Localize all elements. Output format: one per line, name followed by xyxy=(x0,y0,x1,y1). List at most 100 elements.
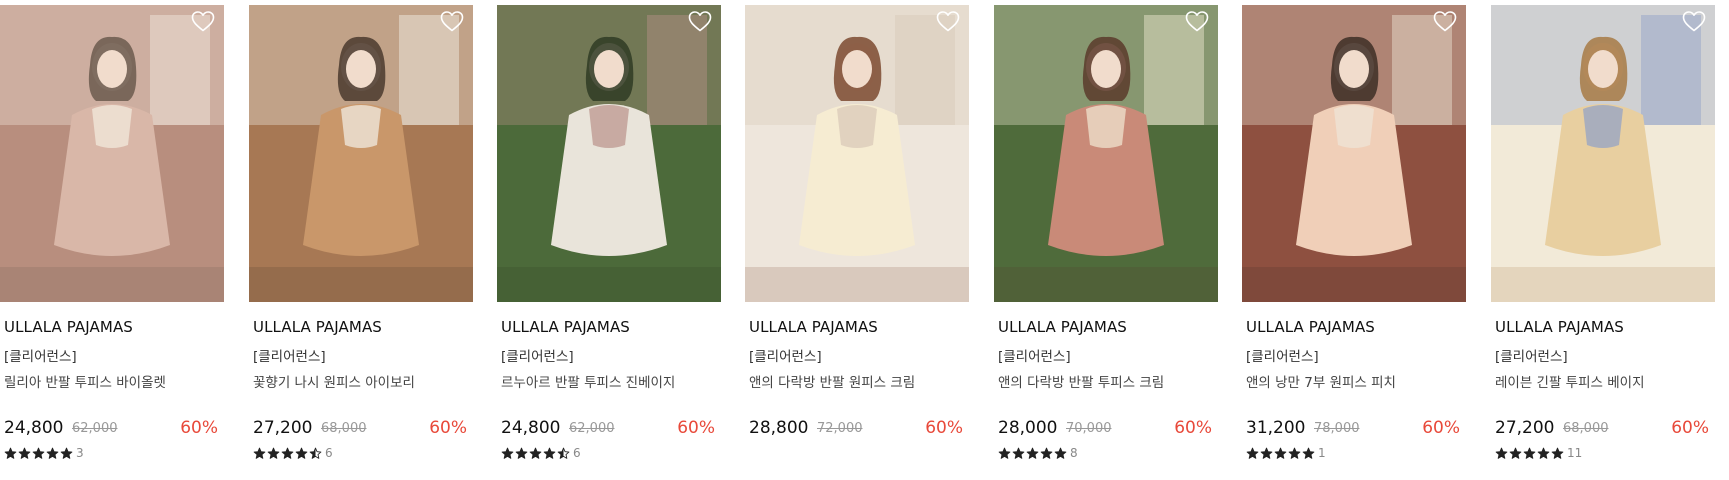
star-icon xyxy=(1054,447,1067,460)
product-tag: [클리어런스] xyxy=(253,349,326,365)
star-icon xyxy=(267,447,280,460)
product-image[interactable] xyxy=(497,5,721,302)
sale-price: 24,800 xyxy=(4,418,64,438)
star-rating xyxy=(1495,445,1564,461)
star-icon xyxy=(1026,447,1039,460)
product-brand[interactable]: ULLALA PAJAMAS xyxy=(1495,318,1624,336)
heart-outline-icon[interactable] xyxy=(439,9,465,33)
review-count: 11 xyxy=(1567,446,1583,460)
star-icon xyxy=(515,447,528,460)
product-card[interactable]: ULLALA PAJAMAS [클리어런스] 레이븐 긴팔 투피스 베이지 27… xyxy=(1491,0,1715,480)
product-tag: [클리어런스] xyxy=(1246,349,1319,365)
product-tag: [클리어런스] xyxy=(501,349,574,365)
star-icon xyxy=(18,447,31,460)
product-card[interactable]: ULLALA PAJAMAS [클리어런스] 릴리아 반팔 투피스 바이올렛 2… xyxy=(0,0,224,480)
product-tag: [클리어런스] xyxy=(998,349,1071,365)
product-image[interactable] xyxy=(745,5,969,302)
sale-price: 28,000 xyxy=(998,418,1058,438)
star-icon xyxy=(998,447,1011,460)
heart-outline-icon[interactable] xyxy=(1681,9,1707,33)
product-image[interactable] xyxy=(0,5,224,302)
heart-outline-icon[interactable] xyxy=(687,9,713,33)
heart-outline-icon[interactable] xyxy=(935,9,961,33)
product-brand[interactable]: ULLALA PAJAMAS xyxy=(998,318,1127,336)
star-icon xyxy=(1302,447,1315,460)
product-name[interactable]: 르누아르 반팔 투피스 진베이지 xyxy=(501,371,675,391)
discount-rate: 60% xyxy=(677,418,715,438)
product-name[interactable]: 앤의 낭만 7부 원피스 피치 xyxy=(1246,371,1396,391)
original-price: 78,000 xyxy=(1314,421,1360,436)
product-tag: [클리어런스] xyxy=(1495,349,1568,365)
star-icon xyxy=(253,447,266,460)
star-rating xyxy=(253,445,322,461)
star-icon xyxy=(529,447,542,460)
star-icon xyxy=(1246,447,1259,460)
product-card[interactable]: ULLALA PAJAMAS [클리어런스] 앤의 다락방 반팔 원피스 크림 … xyxy=(745,0,969,480)
star-icon xyxy=(1288,447,1301,460)
product-brand[interactable]: ULLALA PAJAMAS xyxy=(4,318,133,336)
product-image[interactable] xyxy=(249,5,473,302)
discount-rate: 60% xyxy=(429,418,467,438)
product-card[interactable]: ULLALA PAJAMAS [클리어런스] 꽃향기 나시 원피스 아이보리 2… xyxy=(249,0,473,480)
original-price: 72,000 xyxy=(817,421,863,436)
star-rating xyxy=(1246,445,1315,461)
star-icon xyxy=(32,447,45,460)
review-count: 8 xyxy=(1070,446,1078,460)
discount-rate: 60% xyxy=(1422,418,1460,438)
sale-price: 27,200 xyxy=(1495,418,1555,438)
discount-rate: 60% xyxy=(1671,418,1709,438)
product-card[interactable]: ULLALA PAJAMAS [클리어런스] 앤의 다락방 반팔 투피스 크림 … xyxy=(994,0,1218,480)
product-name[interactable]: 레이븐 긴팔 투피스 베이지 xyxy=(1495,371,1645,391)
star-rating xyxy=(501,445,570,461)
heart-outline-icon[interactable] xyxy=(1184,9,1210,33)
original-price: 68,000 xyxy=(1563,421,1609,436)
sale-price: 24,800 xyxy=(501,418,561,438)
star-icon xyxy=(1537,447,1550,460)
product-name[interactable]: 앤의 다락방 반팔 원피스 크림 xyxy=(749,371,915,391)
star-icon xyxy=(295,447,308,460)
product-name[interactable]: 꽃향기 나시 원피스 아이보리 xyxy=(253,371,415,391)
star-rating xyxy=(4,445,73,461)
star-icon xyxy=(309,447,322,460)
original-price: 62,000 xyxy=(72,421,118,436)
product-card[interactable]: ULLALA PAJAMAS [클리어런스] 르누아르 반팔 투피스 진베이지 … xyxy=(497,0,721,480)
product-name[interactable]: 앤의 다락방 반팔 투피스 크림 xyxy=(998,371,1164,391)
heart-outline-icon[interactable] xyxy=(1432,9,1458,33)
star-icon xyxy=(46,447,59,460)
star-icon xyxy=(543,447,556,460)
star-icon xyxy=(60,447,73,460)
discount-rate: 60% xyxy=(180,418,218,438)
product-brand[interactable]: ULLALA PAJAMAS xyxy=(749,318,878,336)
heart-outline-icon[interactable] xyxy=(190,9,216,33)
review-count: 6 xyxy=(573,446,581,460)
product-card[interactable]: ULLALA PAJAMAS [클리어런스] 앤의 낭만 7부 원피스 피치 3… xyxy=(1242,0,1466,480)
product-name[interactable]: 릴리아 반팔 투피스 바이올렛 xyxy=(4,371,166,391)
original-price: 70,000 xyxy=(1066,421,1112,436)
sale-price: 28,800 xyxy=(749,418,809,438)
star-icon xyxy=(1274,447,1287,460)
star-icon xyxy=(501,447,514,460)
sale-price: 31,200 xyxy=(1246,418,1306,438)
sale-price: 27,200 xyxy=(253,418,313,438)
star-icon xyxy=(1260,447,1273,460)
product-brand[interactable]: ULLALA PAJAMAS xyxy=(501,318,630,336)
star-icon xyxy=(4,447,17,460)
discount-rate: 60% xyxy=(925,418,963,438)
product-brand[interactable]: ULLALA PAJAMAS xyxy=(1246,318,1375,336)
star-icon xyxy=(1012,447,1025,460)
star-icon xyxy=(1040,447,1053,460)
star-icon xyxy=(1523,447,1536,460)
star-icon xyxy=(1551,447,1564,460)
star-icon xyxy=(281,447,294,460)
star-rating xyxy=(998,445,1067,461)
product-image[interactable] xyxy=(1491,5,1715,302)
product-brand[interactable]: ULLALA PAJAMAS xyxy=(253,318,382,336)
original-price: 62,000 xyxy=(569,421,615,436)
original-price: 68,000 xyxy=(321,421,367,436)
product-image[interactable] xyxy=(994,5,1218,302)
star-icon xyxy=(557,447,570,460)
product-image[interactable] xyxy=(1242,5,1466,302)
review-count: 3 xyxy=(76,446,84,460)
review-count: 6 xyxy=(325,446,333,460)
product-tag: [클리어런스] xyxy=(749,349,822,365)
